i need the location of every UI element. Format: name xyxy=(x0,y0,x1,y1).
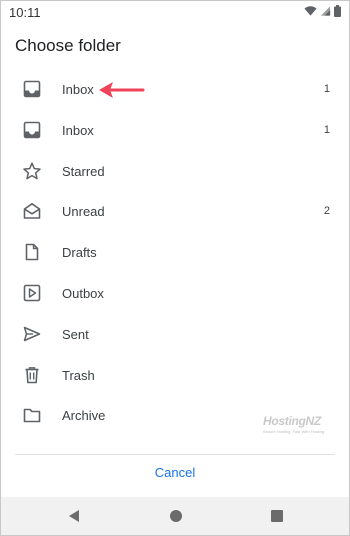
back-icon[interactable] xyxy=(67,509,81,523)
star-icon xyxy=(23,162,41,179)
dialog-divider xyxy=(15,454,335,455)
folder-item-trash[interactable]: Trash xyxy=(1,355,349,396)
send-icon xyxy=(23,326,41,342)
folder-label: Inbox xyxy=(62,122,94,138)
recents-icon[interactable] xyxy=(270,509,284,523)
phone-screen: 10:11 Choose folder Inbox 1 Inbox 1 Star… xyxy=(0,0,350,536)
watermark-tagline: Secure Hosting, Fast Web Hosting xyxy=(263,429,325,434)
inbox-icon xyxy=(23,121,41,139)
inbox-icon xyxy=(23,80,41,98)
outbox-icon xyxy=(23,284,41,302)
folder-count: 1 xyxy=(323,123,330,136)
folder-label: Inbox xyxy=(62,82,94,97)
folder-item-starred[interactable]: Starred xyxy=(1,151,349,192)
home-icon[interactable] xyxy=(169,509,183,523)
folder-label: Archive xyxy=(62,408,106,424)
watermark-text: HostingNZ xyxy=(263,414,321,428)
cancel-button[interactable]: Cancel xyxy=(1,465,349,487)
folder-label: Drafts xyxy=(62,245,97,261)
folder-item-inbox-2[interactable]: Inbox 1 xyxy=(1,110,349,151)
folder-item-sent[interactable]: Sent xyxy=(1,314,349,355)
watermark-logo: HostingNZ Secure Hosting, Fast Web Hosti… xyxy=(263,414,333,440)
folder-count: 1 xyxy=(323,83,330,95)
folder-label: Starred xyxy=(62,163,105,179)
cell-signal-icon xyxy=(320,6,331,16)
status-icons xyxy=(304,5,341,17)
status-bar: 10:11 xyxy=(1,1,349,25)
document-icon xyxy=(25,243,39,261)
folder-item-drafts[interactable]: Drafts xyxy=(1,232,349,273)
folder-label: Outbox xyxy=(62,285,104,301)
wifi-icon xyxy=(304,6,317,16)
status-time: 10:11 xyxy=(9,5,41,20)
folder-label: Trash xyxy=(62,367,95,383)
annotation-arrow-icon xyxy=(99,82,145,98)
open-envelope-icon xyxy=(23,203,41,220)
folder-item-outbox[interactable]: Outbox xyxy=(1,273,349,314)
folder-list: Inbox 1 Inbox 1 Starred Unread 2 Drafts … xyxy=(1,69,349,436)
folder-count: 2 xyxy=(323,205,330,218)
folder-icon xyxy=(23,409,41,423)
dialog-title: Choose folder xyxy=(15,36,121,55)
folder-label: Sent xyxy=(62,326,89,342)
folder-item-inbox[interactable]: Inbox 1 xyxy=(1,69,349,110)
navigation-bar xyxy=(1,497,349,535)
trash-icon xyxy=(25,366,39,383)
folder-item-unread[interactable]: Unread 2 xyxy=(1,191,349,232)
folder-label: Unread xyxy=(62,204,105,220)
battery-icon xyxy=(334,5,341,17)
